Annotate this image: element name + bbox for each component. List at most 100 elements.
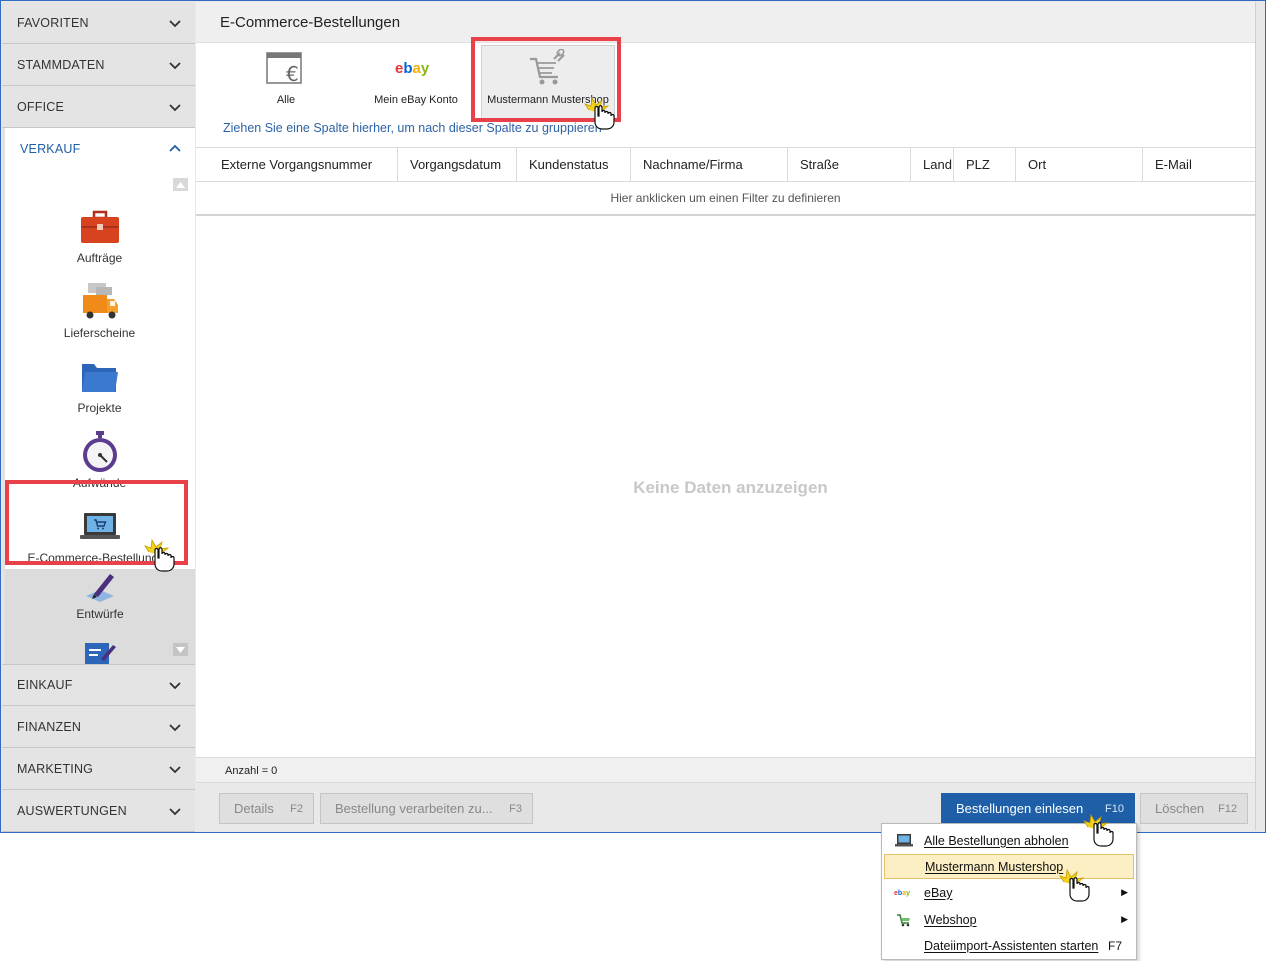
shop-tile-mustermann[interactable]: Mustermann Mustershop [481, 45, 615, 119]
process-order-button[interactable]: Bestellung verarbeiten zu... F3 [320, 793, 533, 824]
nav-item-label: Aufwände [72, 476, 127, 490]
caret-up-icon [176, 181, 185, 188]
column-header[interactable]: Straße [788, 148, 911, 181]
laptop-cart-icon [79, 507, 121, 547]
ebay-logo-icon: ebay [394, 48, 438, 88]
import-orders-button[interactable]: Bestellungen einlesen F10 [941, 793, 1135, 824]
pen-icon [79, 569, 121, 605]
nav-item-entwuerfe[interactable]: Entwürfe [5, 569, 195, 627]
category-label: FINANZEN [17, 719, 82, 734]
shortcut-key: F12 [1218, 802, 1238, 815]
column-header[interactable]: Kundenstatus [517, 148, 631, 181]
nav-item-label: Aufträge [76, 251, 123, 265]
submenu-arrow-icon: ▶ [1121, 887, 1128, 897]
svg-text:€: € [286, 62, 299, 86]
category-verkauf[interactable]: VERKAUF [5, 128, 195, 170]
folder-icon [79, 357, 121, 397]
shop-cart-link-icon [526, 48, 570, 88]
page-title: E-Commerce-Bestellungen [196, 2, 1255, 43]
button-label: Löschen [1155, 801, 1205, 816]
chevron-down-icon [169, 807, 181, 815]
sidebar: FAVORITEN STAMMDATEN OFFICE VERKAUF Auft… [2, 2, 195, 832]
category-einkauf[interactable]: EINKAUF [2, 664, 195, 706]
column-header[interactable]: Vorgangsdatum [398, 148, 517, 181]
category-office[interactable]: OFFICE [2, 86, 195, 128]
category-finanzen[interactable]: FINANZEN [2, 706, 195, 748]
menu-item-file-import-wizard[interactable]: Dateiimport-Assistenten starten F7 [884, 933, 1134, 958]
button-label: Details [234, 801, 274, 816]
chevron-down-icon [169, 61, 181, 69]
category-favoriten[interactable]: FAVORITEN [2, 2, 195, 44]
shop-tile-label: Mein eBay Konto [374, 94, 458, 106]
laptop-cart-icon [884, 834, 924, 847]
column-header[interactable]: Nachname/Firma [631, 148, 788, 181]
chevron-down-icon [169, 682, 181, 690]
caret-down-icon [176, 646, 185, 653]
menu-item-ebay[interactable]: ebay eBay ▶ [884, 880, 1134, 905]
column-header[interactable]: Land [911, 148, 954, 181]
shortcut-key: F3 [509, 802, 522, 815]
nav-item-projekte[interactable]: Projekte [7, 346, 192, 421]
menu-item-label: Alle Bestellungen abholen [924, 833, 1069, 848]
category-stammdaten[interactable]: STAMMDATEN [2, 44, 195, 86]
record-count: Anzahl = 0 [196, 757, 1255, 782]
briefcase-icon [79, 207, 121, 247]
nav-item-label: Entwürfe [76, 607, 124, 621]
category-label: FAVORITEN [17, 15, 89, 30]
webshop-cart-icon [884, 913, 924, 927]
button-label: Bestellungen einlesen [956, 801, 1084, 816]
menu-item-label: eBay [924, 885, 953, 900]
category-label: VERKAUF [20, 142, 81, 156]
empty-state-text: Keine Daten anzuzeigen [633, 478, 828, 497]
column-header[interactable]: E-Mail [1143, 148, 1255, 181]
scroll-up-button[interactable] [173, 178, 188, 191]
import-orders-menu: Alle Bestellungen abholen Mustermann Mus… [881, 823, 1137, 960]
menu-item-fetch-all[interactable]: Alle Bestellungen abholen [884, 828, 1134, 853]
shop-tile-label: Alle [276, 94, 296, 106]
nav-item-lieferscheine[interactable]: Lieferscheine [7, 271, 192, 346]
stopwatch-icon [79, 431, 121, 472]
svg-text:ebay: ebay [894, 890, 910, 897]
delete-button[interactable]: Löschen F12 [1140, 793, 1248, 824]
details-button[interactable]: Details F2 [219, 793, 314, 824]
shortcut-key: F7 [1107, 938, 1122, 953]
menu-item-label: Webshop [924, 912, 977, 927]
menu-item-webshop[interactable]: Webshop ▶ [884, 907, 1134, 932]
group-by-hint[interactable]: Ziehen Sie eine Spalte hierher, um nach … [223, 121, 602, 135]
menu-item-label: Dateiimport-Assistenten starten [924, 938, 1099, 953]
column-header[interactable]: PLZ [954, 148, 1016, 181]
svg-text:ebay: ebay [395, 60, 430, 77]
nav-item-label: Lieferscheine [63, 326, 136, 340]
nav-item-partial [5, 627, 195, 664]
nav-item-auftraege[interactable]: Aufträge [7, 196, 192, 271]
category-label: STAMMDATEN [17, 57, 105, 72]
vertical-scrollbar[interactable] [1255, 2, 1265, 830]
scroll-down-button[interactable] [173, 643, 188, 656]
shortcut-key: F10 [1105, 802, 1124, 815]
category-label: MARKETING [17, 761, 94, 776]
column-header[interactable]: Ort [1016, 148, 1143, 181]
nav-item-ecommerce-bestellungen[interactable]: E-Commerce-Bestellungen [7, 496, 192, 571]
main-panel: E-Commerce-Bestellungen € Alle ebay Mein… [196, 2, 1255, 830]
nav-item-label: E-Commerce-Bestellungen [27, 551, 172, 565]
category-auswertungen[interactable]: AUSWERTUNGEN [2, 790, 195, 832]
menu-item-label: Mustermann Mustershop [925, 859, 1064, 874]
shortcut-key: F2 [290, 802, 303, 815]
category-marketing[interactable]: MARKETING [2, 748, 195, 790]
chevron-down-icon [169, 19, 181, 27]
nav-item-aufwaende[interactable]: Aufwände [7, 421, 192, 496]
menu-item-mustermann[interactable]: Mustermann Mustershop [884, 854, 1134, 879]
category-label: EINKAUF [17, 678, 73, 692]
chevron-up-icon [169, 144, 181, 152]
ebay-logo-icon: ebay [884, 888, 924, 897]
filter-row[interactable]: Hier anklicken um einen Filter zu defini… [196, 182, 1255, 216]
nav-item-label: Projekte [77, 401, 122, 415]
euro-window-icon: € [264, 48, 308, 88]
column-header[interactable]: Externe Vorgangsnummer [196, 148, 398, 181]
category-label: AUSWERTUNGEN [17, 803, 127, 818]
shop-tile-alle[interactable]: € Alle [221, 46, 351, 118]
category-label: OFFICE [17, 99, 65, 114]
button-label: Bestellung verarbeiten zu... [335, 801, 493, 816]
shop-tile-ebay[interactable]: ebay Mein eBay Konto [351, 46, 481, 118]
delivery-truck-icon [79, 282, 121, 322]
